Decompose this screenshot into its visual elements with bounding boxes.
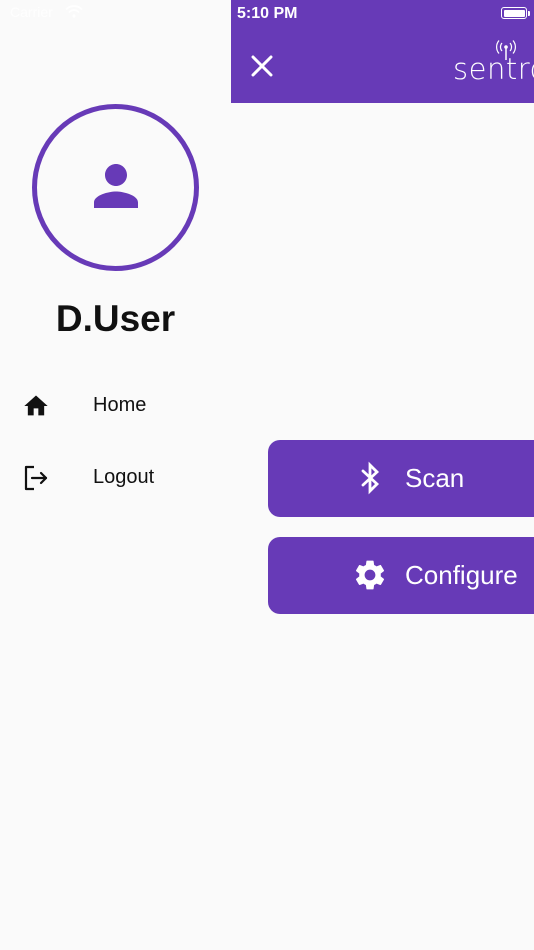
- drawer-item-label: Logout: [93, 466, 155, 488]
- drawer-item-logout[interactable]: Logout: [0, 447, 231, 507]
- battery-icon: [501, 7, 530, 19]
- sentro-logo: sentro: [453, 40, 534, 86]
- drawer-status-bar: Carrier: [10, 4, 53, 21]
- person-icon: [94, 164, 138, 208]
- drawer-item-label: Home: [93, 394, 147, 416]
- gear-icon: [355, 560, 385, 590]
- close-icon: [251, 55, 273, 77]
- logo-text: sentro: [453, 52, 534, 86]
- app-bar: 5:10 PM sentro: [231, 0, 534, 103]
- drawer-item-home[interactable]: Home: [0, 375, 231, 435]
- configure-button[interactable]: Configure: [268, 537, 534, 614]
- scan-button[interactable]: Scan: [268, 440, 534, 517]
- status-time: 5:10 PM: [237, 5, 298, 22]
- avatar: [32, 104, 199, 271]
- close-drawer-button[interactable]: [247, 51, 277, 81]
- navigation-drawer: Carrier D.User Home Logout: [0, 0, 231, 950]
- scan-label: Scan: [405, 463, 465, 493]
- screen: 5:10 PM sentro: [0, 0, 534, 950]
- carrier-label: Carrier: [10, 4, 53, 20]
- main-content: 5:10 PM sentro: [231, 0, 534, 950]
- wifi-icon: [65, 5, 83, 18]
- bluetooth-icon: [361, 461, 380, 495]
- logout-icon: [24, 465, 48, 491]
- home-icon: [24, 395, 48, 416]
- username: D.User: [55, 298, 176, 339]
- configure-label: Configure: [405, 560, 518, 590]
